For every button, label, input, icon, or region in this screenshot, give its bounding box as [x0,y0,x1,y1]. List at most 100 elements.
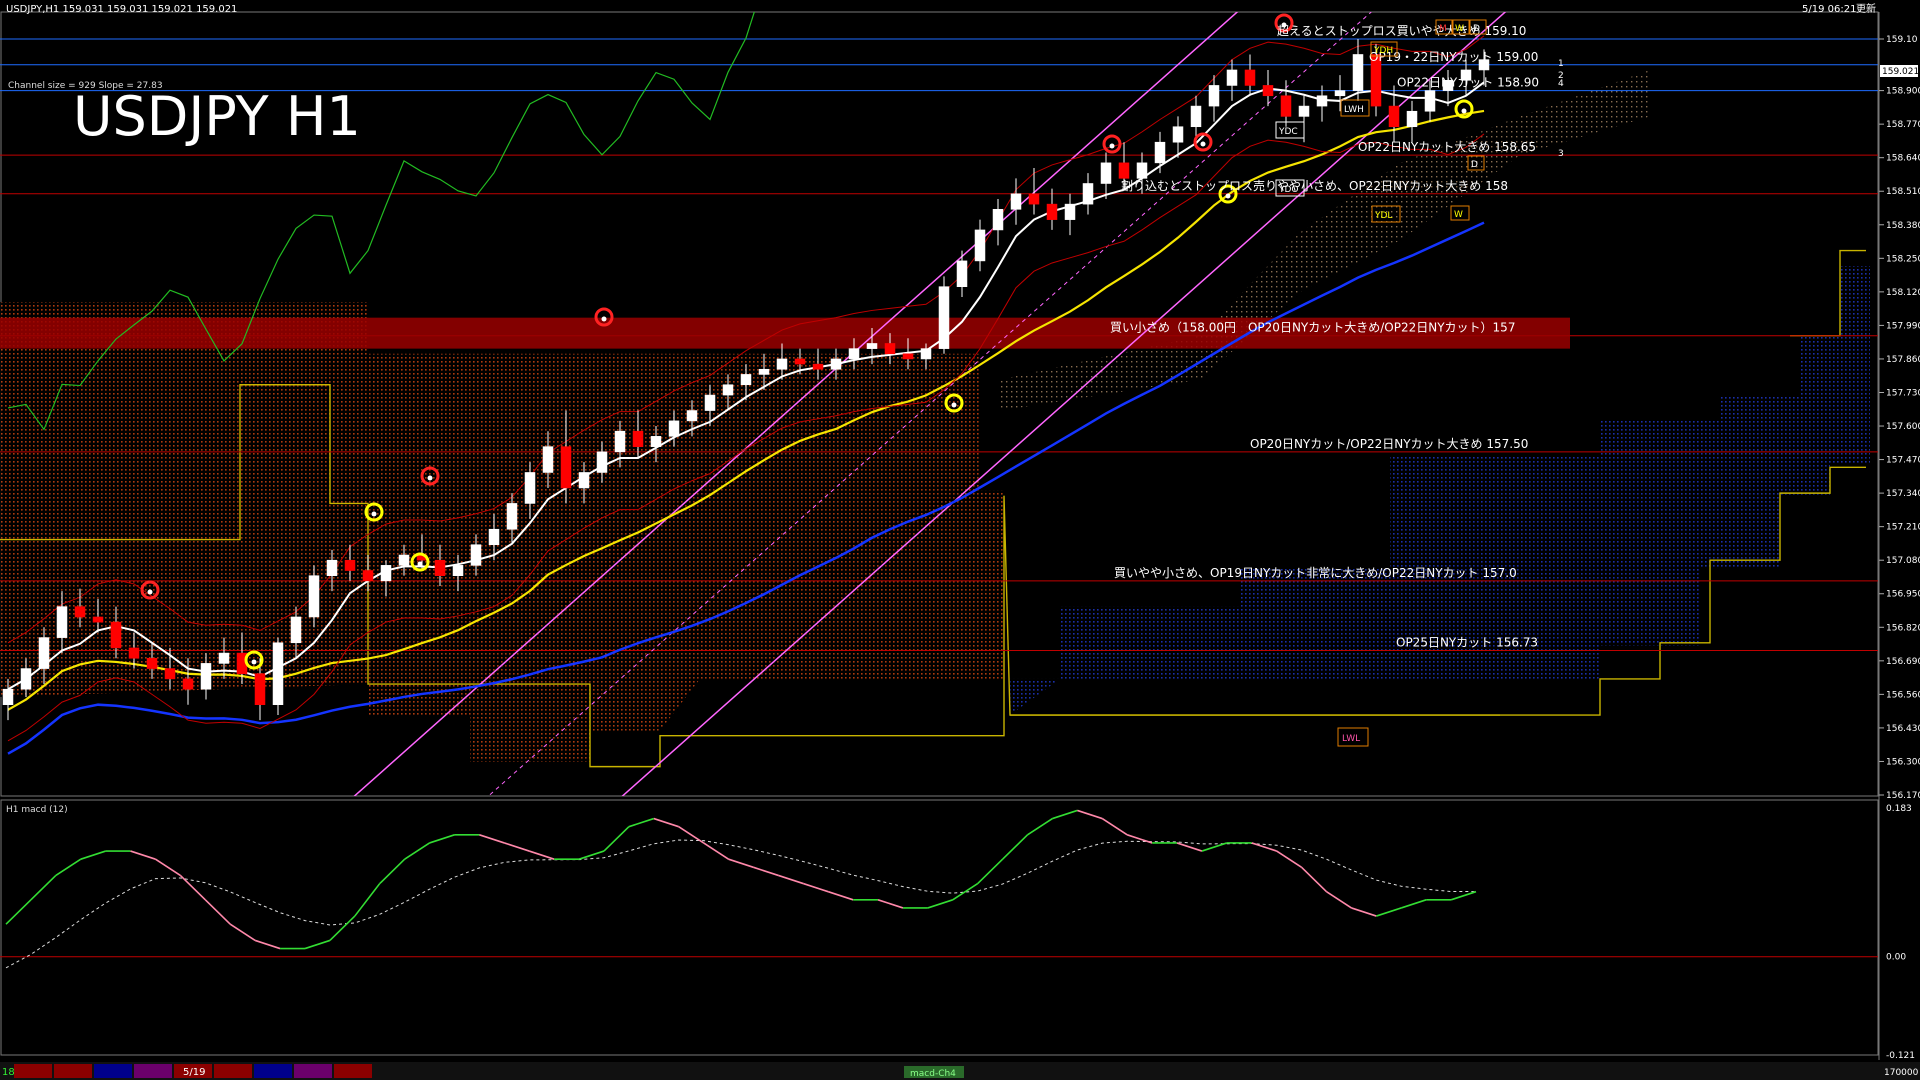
symbol-info: USDJPY,H1 159.031 159.031 159.021 159.02… [6,4,237,15]
macd-segment [1376,907,1402,917]
macd-segment [5,899,32,925]
candle [272,642,284,705]
marker-m: M [1439,24,1447,34]
macd-tab[interactable]: macd-Ch4 [910,1069,956,1079]
level-annotation: OP19・22日NYカット 159.00 [1369,50,1538,64]
candle [2,688,14,705]
marker-ydh: YDH [1373,46,1393,56]
level-annotation: OP22日NYカット 158.90 [1397,76,1539,90]
bottom-segment [14,1064,52,1078]
candle [146,657,158,669]
candle [992,208,1004,231]
bottom-segment [294,1064,332,1078]
candle [452,565,464,576]
chart-svg: 159.10 158.900 158.770 158.640 158.510 158.38… [0,2,1920,1080]
candle [578,472,590,489]
candle [1208,85,1220,107]
macd-segment [653,817,679,828]
signal-dot [1461,108,1467,114]
price-tick-label: 156.560 [1886,690,1920,700]
macd-segment [1002,834,1029,860]
bottom-segment [54,1064,92,1078]
bottom-right-value: 170000 [1884,1068,1919,1078]
macd-segment [603,826,630,852]
macd-segment [1176,842,1203,852]
price-tick-label: 157.990 [1886,321,1920,331]
price-tick-label: 158.380 [1886,221,1920,231]
candle [1064,203,1076,220]
bottom-bar: 18 5/19 macd-Ch4 170000 [0,1062,1920,1080]
candle [596,451,608,473]
candle [632,430,644,447]
macd-segment [80,850,106,860]
candle [1406,110,1418,128]
candle [722,384,734,396]
macd-segment [528,850,555,860]
level-annotation: OP22日NYカット大きめ 158.65 [1358,140,1536,154]
candle [254,673,266,705]
marker-lwl: LWL [1342,734,1360,744]
candle [920,348,932,360]
macd-segment [55,858,82,877]
bottom-segment [134,1064,172,1078]
candle [56,606,68,638]
candle [740,374,752,386]
signal-dot [1200,141,1206,147]
bottom-segment [334,1064,372,1078]
candle [704,394,716,411]
candle [902,353,914,360]
candle [38,637,50,669]
bottom-date-label: 5/19 [183,1067,205,1078]
candle [128,647,140,659]
candle [1316,95,1328,107]
macd-segment [1351,907,1377,917]
macd-segment [30,874,57,901]
candle [1280,95,1292,117]
candle [1010,193,1022,210]
macd-segment [204,899,231,925]
macd-tick-label: -0.121 [1886,1051,1915,1061]
candle [1118,162,1130,179]
candle [1226,69,1238,86]
level-annotation: OP20日NYカット/OP22日NYカット大きめ 157.50 [1250,437,1528,451]
macd-segment [1077,809,1103,820]
macd-segment [728,858,754,869]
candle [1136,162,1148,179]
macd-title: H1 macd (12) [6,805,68,815]
marker-ydl: YDL [1374,211,1392,221]
candle [830,358,842,370]
candle [938,286,950,349]
macd-panel-frame [0,799,1879,1056]
candle [1028,193,1040,205]
candle [470,544,482,566]
price-tick-label: 158.510 [1886,187,1920,197]
candle [848,348,860,360]
candle [1244,69,1256,86]
marker-lwh: LWH [1344,105,1364,115]
candle [1334,90,1346,97]
candle [560,446,572,489]
candle [794,358,806,365]
price-tick-label: 157.730 [1886,388,1920,398]
macd-segment [778,874,804,885]
signal-dot [1225,193,1231,199]
candle [884,343,896,355]
bottom-segment [94,1064,132,1078]
marker-d2: D [1471,160,1478,170]
price-tick-label: 156.690 [1886,657,1920,667]
current-price-label: 159.021 [1882,67,1919,77]
signal-dot [1109,143,1115,149]
macd-segment [1326,891,1352,909]
candle [110,621,122,649]
level-4: 4 [1558,79,1564,89]
macd-segment [628,817,655,828]
candle [326,559,338,576]
price-tick-label: 157.470 [1886,456,1920,466]
chart-title: USDJPY H1 [73,85,361,148]
marker-d: D [1473,24,1480,34]
candle [1172,126,1184,143]
macd-segment [1027,817,1053,836]
macd-segment [1052,809,1078,820]
macd-segment [1301,866,1328,893]
price-tick-label: 157.210 [1886,523,1920,533]
